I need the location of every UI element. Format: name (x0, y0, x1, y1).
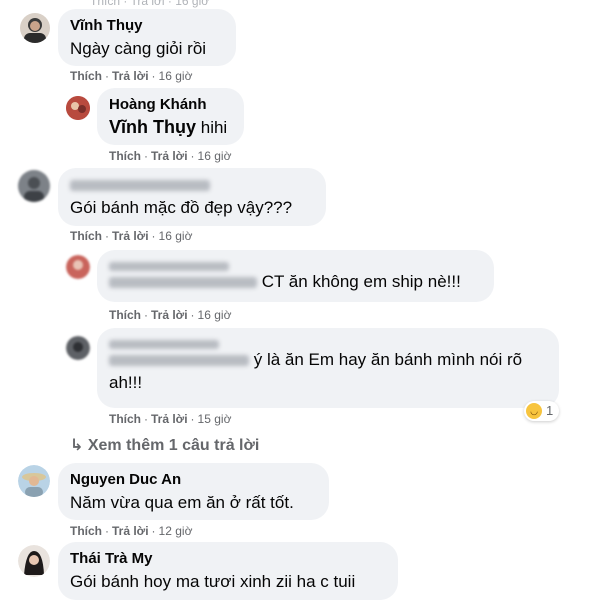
like-link[interactable]: Thích (109, 149, 141, 163)
timestamp[interactable]: 16 giờ (198, 308, 232, 322)
avatar[interactable] (18, 465, 50, 497)
separator: · (144, 149, 148, 163)
avatar[interactable] (66, 255, 90, 279)
timestamp[interactable]: 16 giờ (159, 229, 193, 243)
reply-link[interactable]: Trả lời (112, 69, 149, 83)
timestamp[interactable]: 15 giờ (198, 412, 232, 426)
comment-text: ah!!! (109, 373, 143, 392)
blurred-tag (109, 355, 249, 367)
avatar[interactable] (18, 170, 50, 202)
separator: · (105, 524, 109, 538)
comment-bubble: Vĩnh Thụy Ngày càng giỏi rồi (58, 9, 236, 66)
comment-bubble: ý là ăn Em hay ăn bánh mình nói rõ ah!!! (97, 328, 559, 408)
comment-actions: Thích · Trả lời · 16 giờ (70, 229, 192, 243)
avatar[interactable] (20, 13, 50, 43)
like-link[interactable]: Thích (109, 308, 141, 322)
comment-text: Ngày càng giỏi rồi (70, 39, 207, 58)
separator: · (190, 149, 195, 163)
like-link[interactable]: Thích (70, 524, 102, 538)
haha-emoji-icon: ◡ (526, 403, 542, 419)
commenter-name[interactable]: Thái Trà My (70, 550, 386, 568)
comment-text: Gói bánh hoy ma tươi xinh zii ha c tuii (70, 572, 356, 591)
comment-actions: Thích · Trả lời · 16 giờ (70, 69, 192, 83)
comment-text: Vĩnh Thụy hihi (109, 116, 232, 139)
like-link[interactable]: Thích (109, 412, 141, 426)
separator: · (151, 69, 156, 83)
separator: · (105, 229, 109, 243)
comment-actions: Thích · Trả lời · 15 giờ (109, 412, 231, 426)
reply-link[interactable]: Trả lời (112, 229, 149, 243)
like-link[interactable]: Thích (70, 229, 102, 243)
reply-link[interactable]: Trả lời (151, 308, 188, 322)
view-more-replies-label: Xem thêm 1 câu trả lời (87, 437, 260, 454)
reaction-count: 1 (546, 403, 554, 418)
comment-bubble: CT ăn không em ship nè!!! (97, 250, 494, 302)
comment-text: Gói bánh mặc đồ đẹp vậy??? (70, 198, 293, 217)
comment-text: Năm vừa qua em ăn ở rất tốt. (70, 493, 294, 512)
reply-link[interactable]: Trả lời (151, 149, 188, 163)
separator: · (151, 524, 156, 538)
separator: · (144, 308, 148, 322)
like-link[interactable]: Thích (70, 69, 102, 83)
reply-link[interactable]: Trả lời (151, 412, 188, 426)
tagged-user[interactable]: Vĩnh Thụy (109, 117, 196, 137)
commenter-name[interactable]: Vĩnh Thụy (70, 17, 224, 35)
blurred-name-area (109, 258, 482, 272)
commenter-name[interactable]: Hoàng Khánh (109, 96, 232, 114)
view-more-replies-link[interactable]: ↳ Xem thêm 1 câu trả lời (70, 435, 259, 455)
separator: · (151, 229, 156, 243)
separator: · (144, 412, 148, 426)
reaction-count-badge[interactable]: ◡ 1 (524, 401, 560, 421)
comment-actions: Thích · Trả lời · 12 giờ (70, 524, 192, 538)
comment-text-rest: hihi (200, 118, 228, 137)
commenter-name[interactable]: Nguyen Duc An (70, 471, 317, 489)
comment-bubble: Thái Trà My Gói bánh hoy ma tươi xinh zi… (58, 542, 398, 600)
timestamp[interactable]: 16 giờ (159, 69, 193, 83)
timestamp[interactable]: 12 giờ (159, 524, 193, 538)
comment-text-row: ý là ăn Em hay ăn bánh mình nói rõ (109, 348, 547, 371)
comment-actions: Thích · Trả lời · 16 giờ (109, 149, 231, 163)
comment-text: CT ăn không em ship nè!!! (261, 272, 461, 291)
reply-arrow-icon: ↳ (70, 437, 84, 454)
avatar[interactable] (18, 545, 50, 577)
avatar[interactable] (66, 96, 90, 120)
comment-bubble: Nguyen Duc An Năm vừa qua em ăn ở rất tố… (58, 463, 329, 520)
blurred-name-area (109, 336, 547, 350)
cut-off-actions: Thích · Trả lời · 16 giờ (90, 0, 210, 8)
comment-bubble: Hoàng Khánh Vĩnh Thụy hihi (97, 88, 244, 145)
reply-link[interactable]: Trả lời (112, 524, 149, 538)
separator: · (190, 412, 195, 426)
avatar[interactable] (66, 336, 90, 360)
blurred-tag (109, 277, 257, 289)
comment-text: ý là ăn Em hay ăn bánh mình nói rõ (253, 350, 523, 369)
comment-text-row: CT ăn không em ship nè!!! (109, 270, 482, 293)
timestamp[interactable]: 16 giờ (198, 149, 232, 163)
separator: · (190, 308, 195, 322)
commenter-name-blurred[interactable] (70, 176, 314, 194)
comment-bubble: Gói bánh mặc đồ đẹp vậy??? (58, 168, 326, 226)
comment-actions: Thích · Trả lời · 16 giờ (109, 308, 231, 322)
separator: · (105, 69, 109, 83)
